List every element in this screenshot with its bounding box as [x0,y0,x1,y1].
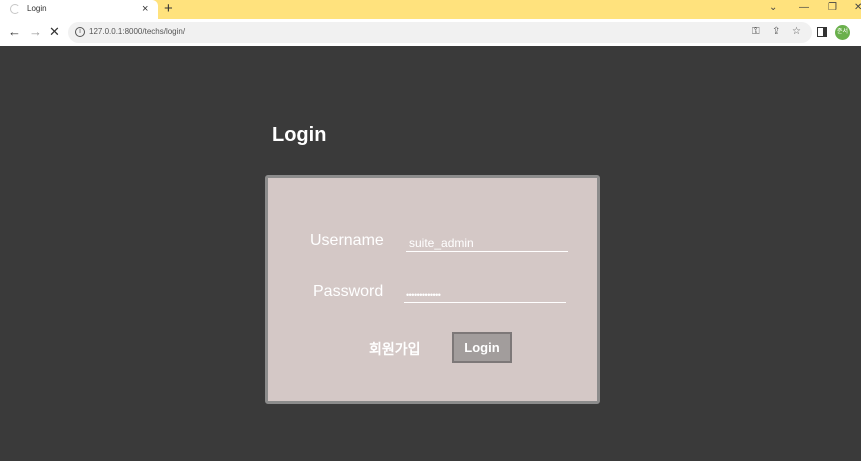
loading-spinner-icon [10,4,20,14]
tab-title: Login [27,4,47,13]
stop-loading-icon[interactable]: ✕ [49,24,60,40]
browser-toolbar: ← → ✕ i 127.0.0.1:8000/techs/login/ ⚿ ⇪ … [0,19,861,46]
username-label: Username [310,232,384,249]
password-mask: ••••••••••••• [406,290,441,300]
back-icon[interactable]: ← [8,24,21,40]
url-text[interactable]: 127.0.0.1:8000/techs/login/ [89,27,185,36]
new-tab-button[interactable]: + [164,0,173,18]
site-info-icon[interactable]: i [75,27,85,37]
minimize-icon[interactable]: — [799,1,809,15]
tab-search-icon[interactable]: ⌄ [769,1,777,15]
username-input[interactable] [406,234,568,252]
key-icon[interactable]: ⚿ [752,26,760,38]
share-icon[interactable]: ⇪ [772,26,780,38]
address-bar[interactable]: i 127.0.0.1:8000/techs/login/ ⚿ ⇪ ☆ [68,22,812,43]
password-input[interactable]: ••••••••••••• [404,285,566,303]
tab-close-icon[interactable]: × [142,2,148,16]
login-form: Username Password ••••••••••••• 회원가입 Log… [265,175,600,404]
close-window-icon[interactable]: ✕ [854,1,861,15]
restore-icon[interactable]: ❐ [828,1,837,15]
browser-tab[interactable]: Login × [0,0,158,19]
forward-icon[interactable]: → [29,24,42,40]
login-button[interactable]: Login [452,332,512,363]
signup-link[interactable]: 회원가입 [369,339,421,359]
password-label: Password [313,283,384,300]
bookmark-star-icon[interactable]: ☆ [792,26,801,38]
tab-strip: Login × + ⌄ — ❐ ✕ [0,0,861,19]
profile-avatar[interactable]: 준서 [835,25,850,40]
page-body: Login Username Password ••••••••••••• 회원… [0,46,861,461]
side-panel-icon[interactable] [817,27,827,37]
page-title: Login [272,124,327,146]
